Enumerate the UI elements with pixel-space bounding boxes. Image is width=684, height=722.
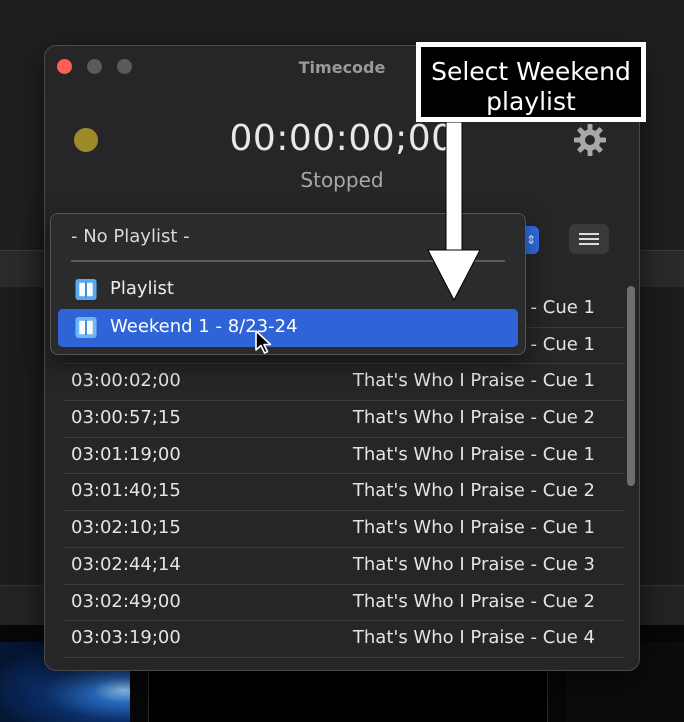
cue-time: 03:02:44;14	[71, 553, 181, 575]
annotation-line-2: playlist	[486, 87, 576, 116]
cue-name: That's Who I Praise - Cue 3	[352, 553, 595, 575]
cue-name: That's Who I Praise - Cue 1	[352, 517, 595, 539]
cue-time: 03:00:57;15	[71, 407, 181, 429]
table-row[interactable]: 03:00:02;00 That's Who I Praise - Cue 1	[63, 364, 625, 402]
timecode-window: Timecode 00:00:00;00 Stopped ⇕ - Cue 1 -…	[44, 45, 640, 671]
cue-time: 03:01:40;15	[71, 480, 181, 502]
cue-name: That's Who I Praise - Cue 2	[352, 590, 595, 612]
list-view-button[interactable]	[569, 224, 609, 254]
book-icon	[75, 316, 97, 339]
mouse-cursor-icon	[255, 330, 272, 354]
timecode-display: 00:00:00;00	[229, 118, 455, 159]
cue-name: That's Who I Praise - Cue 1	[352, 443, 595, 465]
table-row[interactable]: 03:02:10;15 That's Who I Praise - Cue 1	[63, 511, 625, 548]
cue-time: 03:00:02;00	[71, 370, 181, 392]
annotation-callout: Select Weekend playlist	[416, 42, 646, 122]
cue-name: - Cue 1	[530, 297, 595, 318]
menu-item-no-playlist[interactable]: - No Playlist -	[71, 226, 190, 247]
scrollbar-thumb[interactable]	[627, 286, 635, 486]
list-icon	[579, 233, 599, 235]
cue-time: 03:02:49;00	[71, 590, 181, 612]
playback-state: Stopped	[300, 168, 384, 192]
table-row[interactable]: 03:01:19;00 That's Who I Praise - Cue 1	[63, 438, 625, 475]
cue-name: That's Who I Praise - Cue 2	[352, 480, 595, 502]
menu-item-weekend-playlist[interactable]: Weekend 1 - 8/23-24	[58, 309, 518, 347]
cue-name: That's Who I Praise - Cue 2	[352, 407, 595, 429]
cue-time: 03:03:19;00	[71, 627, 181, 649]
cue-name: - Cue 1	[530, 333, 595, 355]
table-row[interactable]: 03:02:44;14 That's Who I Praise - Cue 3	[63, 548, 625, 585]
table-row[interactable]: 03:02:49;00 That's Who I Praise - Cue 2	[63, 585, 625, 622]
cue-time: 03:02:10;15	[71, 517, 181, 539]
cue-time: 03:01:19;00	[71, 443, 181, 465]
annotation-arrow-icon	[427, 122, 481, 302]
gear-icon[interactable]	[572, 122, 608, 158]
book-icon	[75, 278, 97, 301]
annotation-line-1: Select Weekend	[431, 57, 631, 86]
menu-item-label: Playlist	[110, 278, 174, 299]
cue-name: That's Who I Praise - Cue 4	[352, 627, 595, 649]
table-row[interactable]: 03:03:19;00 That's Who I Praise - Cue 4	[63, 621, 625, 658]
table-row[interactable]: 03:00:57;15 That's Who I Praise - Cue 2	[63, 401, 625, 438]
table-row[interactable]: 03:01:40;15 That's Who I Praise - Cue 2	[63, 474, 625, 512]
cue-name: That's Who I Praise - Cue 1	[352, 370, 595, 392]
